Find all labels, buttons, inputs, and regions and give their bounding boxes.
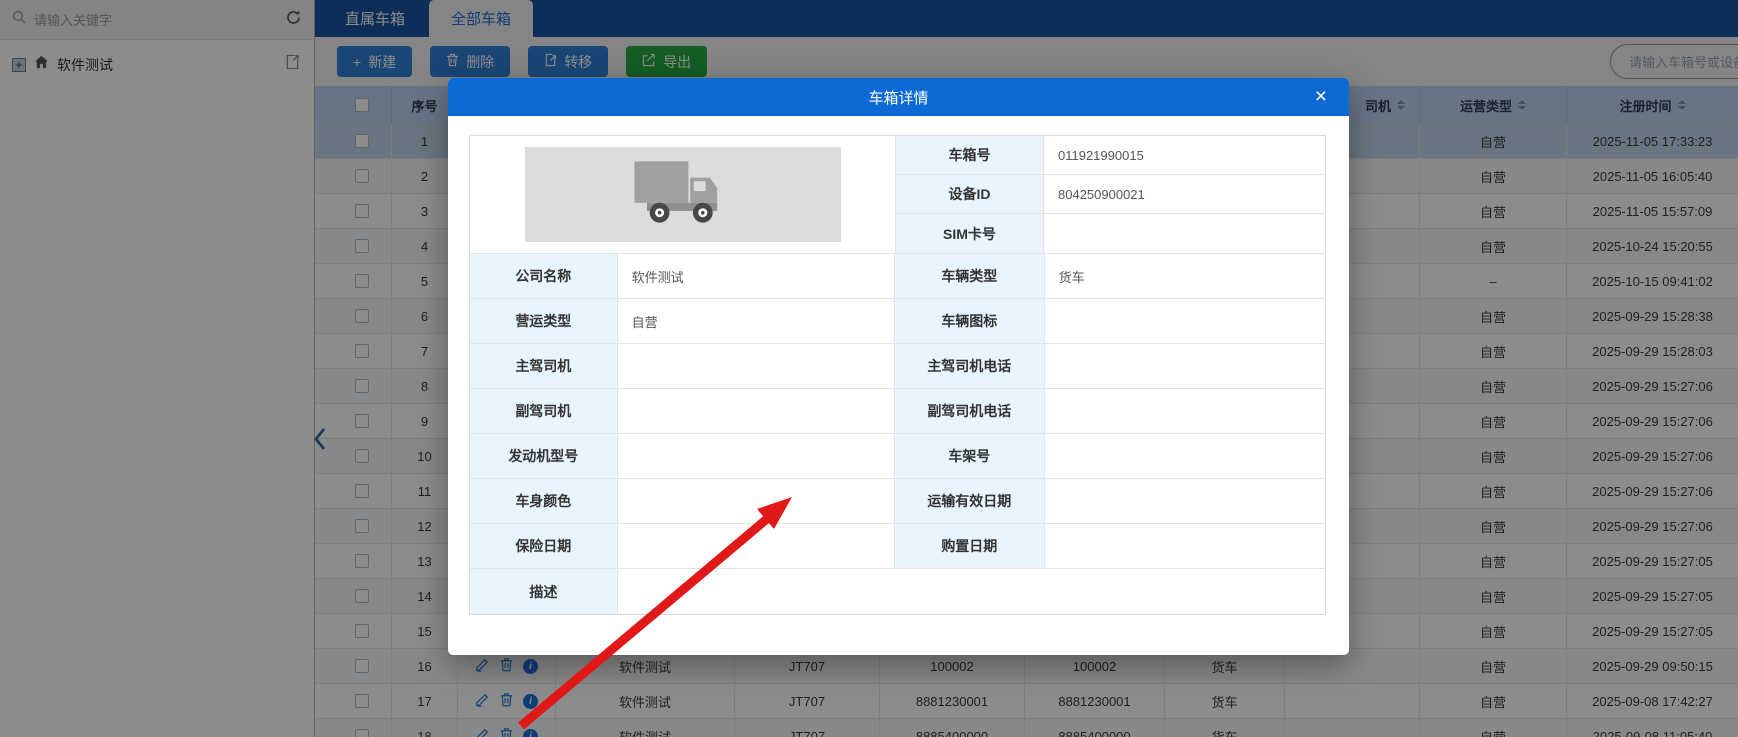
detail-row: 公司名称软件测试车辆类型货车 — [470, 254, 1325, 299]
detail-row: 保险日期 购置日期 — [470, 524, 1325, 569]
detail-table: 车箱号011921990015设备ID804250900021SIM卡号 公司名… — [469, 135, 1326, 615]
field-value — [618, 389, 895, 433]
field-label: 车架号 — [895, 434, 1045, 478]
detail-row: 营运类型自营车辆图标 — [470, 299, 1325, 344]
detail-top-row: SIM卡号 — [896, 214, 1325, 253]
field-label: 车辆类型 — [895, 254, 1045, 298]
field-label: SIM卡号 — [896, 214, 1044, 253]
field-label: 主驾司机电话 — [895, 344, 1045, 388]
field-value: 软件测试 — [618, 254, 895, 298]
modal-header: 车箱详情 × — [448, 78, 1349, 116]
close-icon[interactable]: × — [1315, 86, 1327, 107]
detail-row: 发动机型号 车架号 — [470, 434, 1325, 479]
modal-body: 车箱号011921990015设备ID804250900021SIM卡号 公司名… — [448, 116, 1349, 615]
field-value: 011921990015 — [1044, 136, 1325, 174]
field-label: 描述 — [470, 569, 618, 614]
vehicle-detail-modal: 车箱详情 × — [448, 78, 1349, 655]
field-label: 车辆图标 — [895, 299, 1045, 343]
field-label: 主驾司机 — [470, 344, 618, 388]
vehicle-photo-cell — [470, 136, 896, 253]
field-value: 804250900021 — [1044, 175, 1325, 213]
detail-row: 主驾司机 主驾司机电话 — [470, 344, 1325, 389]
field-value — [1045, 524, 1325, 568]
detail-row: 副驾司机 副驾司机电话 — [470, 389, 1325, 434]
field-value — [1045, 479, 1325, 523]
field-value: 自营 — [618, 299, 895, 343]
field-label: 购置日期 — [895, 524, 1045, 568]
field-label: 保险日期 — [470, 524, 618, 568]
field-value — [618, 479, 895, 523]
vehicle-photo-placeholder — [525, 147, 841, 242]
field-label: 营运类型 — [470, 299, 618, 343]
field-label: 车身颜色 — [470, 479, 618, 523]
modal-title: 车箱详情 — [868, 87, 928, 108]
field-value — [618, 524, 895, 568]
field-label: 发动机型号 — [470, 434, 618, 478]
field-value — [1045, 344, 1325, 388]
field-label: 公司名称 — [470, 254, 618, 298]
detail-top-row: 车箱号011921990015 — [896, 136, 1325, 175]
field-label: 设备ID — [896, 175, 1044, 213]
field-label: 车箱号 — [896, 136, 1044, 174]
field-value — [1045, 299, 1325, 343]
detail-row: 车身颜色 运输有效日期 — [470, 479, 1325, 524]
field-value: 货车 — [1045, 254, 1325, 298]
field-value — [1045, 389, 1325, 433]
field-label: 副驾司机电话 — [895, 389, 1045, 433]
detail-top-row: 设备ID804250900021 — [896, 175, 1325, 214]
detail-row-description: 描述 — [470, 569, 1325, 614]
field-value — [1044, 214, 1325, 253]
field-label: 副驾司机 — [470, 389, 618, 433]
field-value — [1045, 434, 1325, 478]
field-value — [618, 434, 895, 478]
field-label: 运输有效日期 — [895, 479, 1045, 523]
field-value — [618, 344, 895, 388]
app-window: 请输入关键字 + 软件测试 直属车箱 全部车箱 — [0, 0, 1738, 737]
field-value — [618, 569, 1325, 614]
truck-icon — [627, 156, 739, 233]
